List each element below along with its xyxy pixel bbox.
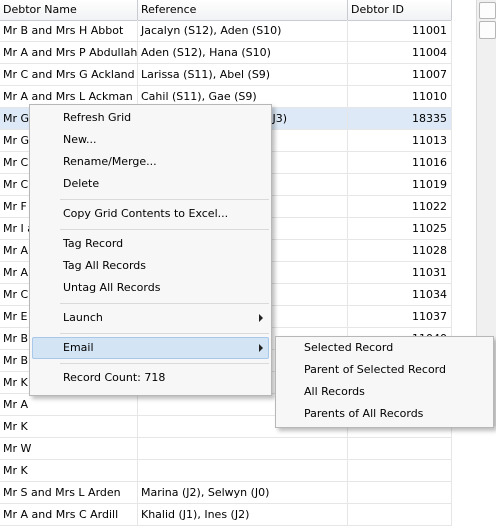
cell-debtor-name: Mr K (0, 460, 138, 481)
menu-separator (60, 303, 269, 304)
cell-debtor-id: 11010 (348, 86, 452, 107)
cell-debtor-id: 11034 (348, 284, 452, 305)
scroll-thumb[interactable] (479, 21, 496, 39)
menu-separator (60, 229, 269, 230)
table-row[interactable]: Mr A and Mrs P Abdullah Aden (S12), Hana … (0, 42, 452, 64)
cell-debtor-id: 11016 (348, 152, 452, 173)
cell-debtor-name: Mr A and Mrs C Ardill (0, 504, 138, 525)
cell-debtor-name: Mr C and Mrs G Ackland (0, 64, 138, 85)
submenu-item-parent-of-selected-record[interactable]: Parent of Selected Record (304, 360, 446, 380)
menu-item-email[interactable]: Email (63, 338, 94, 358)
cell-reference: Marina (J2), Selwyn (J0) (138, 482, 348, 503)
cell-debtor-id (348, 438, 452, 459)
menu-item-rename-merge[interactable]: Rename/Merge... (63, 152, 157, 172)
cell-debtor-id (348, 482, 452, 503)
grid-header: Debtor Name Reference Debtor ID (0, 0, 452, 21)
cell-debtor-id: 11025 (348, 218, 452, 239)
cell-debtor-name: Mr S and Mrs L Arden (0, 482, 138, 503)
table-row[interactable]: Mr W (0, 438, 452, 460)
menu-item-record-count: Record Count: 718 (63, 371, 166, 384)
column-header-debtor-id[interactable]: Debtor ID (348, 0, 452, 20)
menu-item-copy-to-excel[interactable]: Copy Grid Contents to Excel... (63, 204, 228, 224)
email-submenu: Selected Record Parent of Selected Recor… (275, 336, 494, 428)
submenu-arrow-icon (259, 344, 263, 352)
submenu-arrow-icon (259, 314, 263, 322)
menu-item-launch-label: Launch (63, 311, 103, 324)
context-menu: Refresh Grid New... Rename/Merge... Dele… (29, 104, 272, 396)
cell-reference: Aden (S12), Hana (S10) (138, 42, 348, 63)
cell-debtor-id (348, 460, 452, 481)
table-row[interactable]: Mr A and Mrs C Ardill Khalid (J1), Ines (… (0, 504, 452, 526)
cell-debtor-name: Mr A (0, 394, 138, 415)
column-header-debtor-name[interactable]: Debtor Name (0, 0, 138, 20)
cell-reference (138, 438, 348, 459)
cell-debtor-id: 11007 (348, 64, 452, 85)
menu-item-refresh-grid[interactable]: Refresh Grid (63, 108, 131, 128)
table-row[interactable]: Mr K (0, 460, 452, 482)
submenu-item-parents-of-all-records[interactable]: Parents of All Records (304, 404, 423, 424)
table-row[interactable]: Mr B and Mrs H Abbot Jacalyn (S12), Aden … (0, 20, 452, 42)
scroll-up-button[interactable] (479, 2, 496, 19)
menu-separator (60, 363, 269, 364)
cell-debtor-id: 11019 (348, 174, 452, 195)
cell-debtor-name: Mr B and Mrs H Abbot (0, 20, 138, 41)
cell-debtor-name: Mr W (0, 438, 138, 459)
cell-debtor-id: 11004 (348, 42, 452, 63)
cell-reference: Jacalyn (S12), Aden (S10) (138, 20, 348, 41)
cell-debtor-id: 11022 (348, 196, 452, 217)
menu-separator (60, 199, 269, 200)
menu-item-delete[interactable]: Delete (63, 174, 99, 194)
menu-item-launch[interactable]: Launch (63, 308, 269, 328)
menu-item-new[interactable]: New... (63, 130, 96, 150)
cell-debtor-id: 11001 (348, 20, 452, 41)
cell-reference (138, 460, 348, 481)
cell-debtor-name: Mr K (0, 416, 138, 437)
menu-item-tag-record[interactable]: Tag Record (63, 234, 123, 254)
table-row[interactable]: Mr S and Mrs L Arden Marina (J2), Selwyn … (0, 482, 452, 504)
menu-separator (60, 333, 269, 334)
cell-reference: Larissa (S11), Abel (S9) (138, 64, 348, 85)
table-row[interactable]: Mr C and Mrs G Ackland Larissa (S11), Abe… (0, 64, 452, 86)
menu-item-untag-all-records[interactable]: Untag All Records (63, 278, 160, 298)
cell-debtor-id: 18335 (348, 108, 452, 129)
submenu-item-selected-record[interactable]: Selected Record (304, 338, 393, 358)
cell-debtor-id: 11028 (348, 240, 452, 261)
cell-debtor-id: 11037 (348, 306, 452, 327)
submenu-item-all-records[interactable]: All Records (304, 382, 365, 402)
column-header-reference[interactable]: Reference (138, 0, 348, 20)
menu-item-tag-all-records[interactable]: Tag All Records (63, 256, 146, 276)
cell-reference: Khalid (J1), Ines (J2) (138, 504, 348, 525)
cell-debtor-id (348, 504, 452, 525)
cell-debtor-name: Mr A and Mrs P Abdullah (0, 42, 138, 63)
cell-debtor-id: 11013 (348, 130, 452, 151)
cell-debtor-id: 11031 (348, 262, 452, 283)
